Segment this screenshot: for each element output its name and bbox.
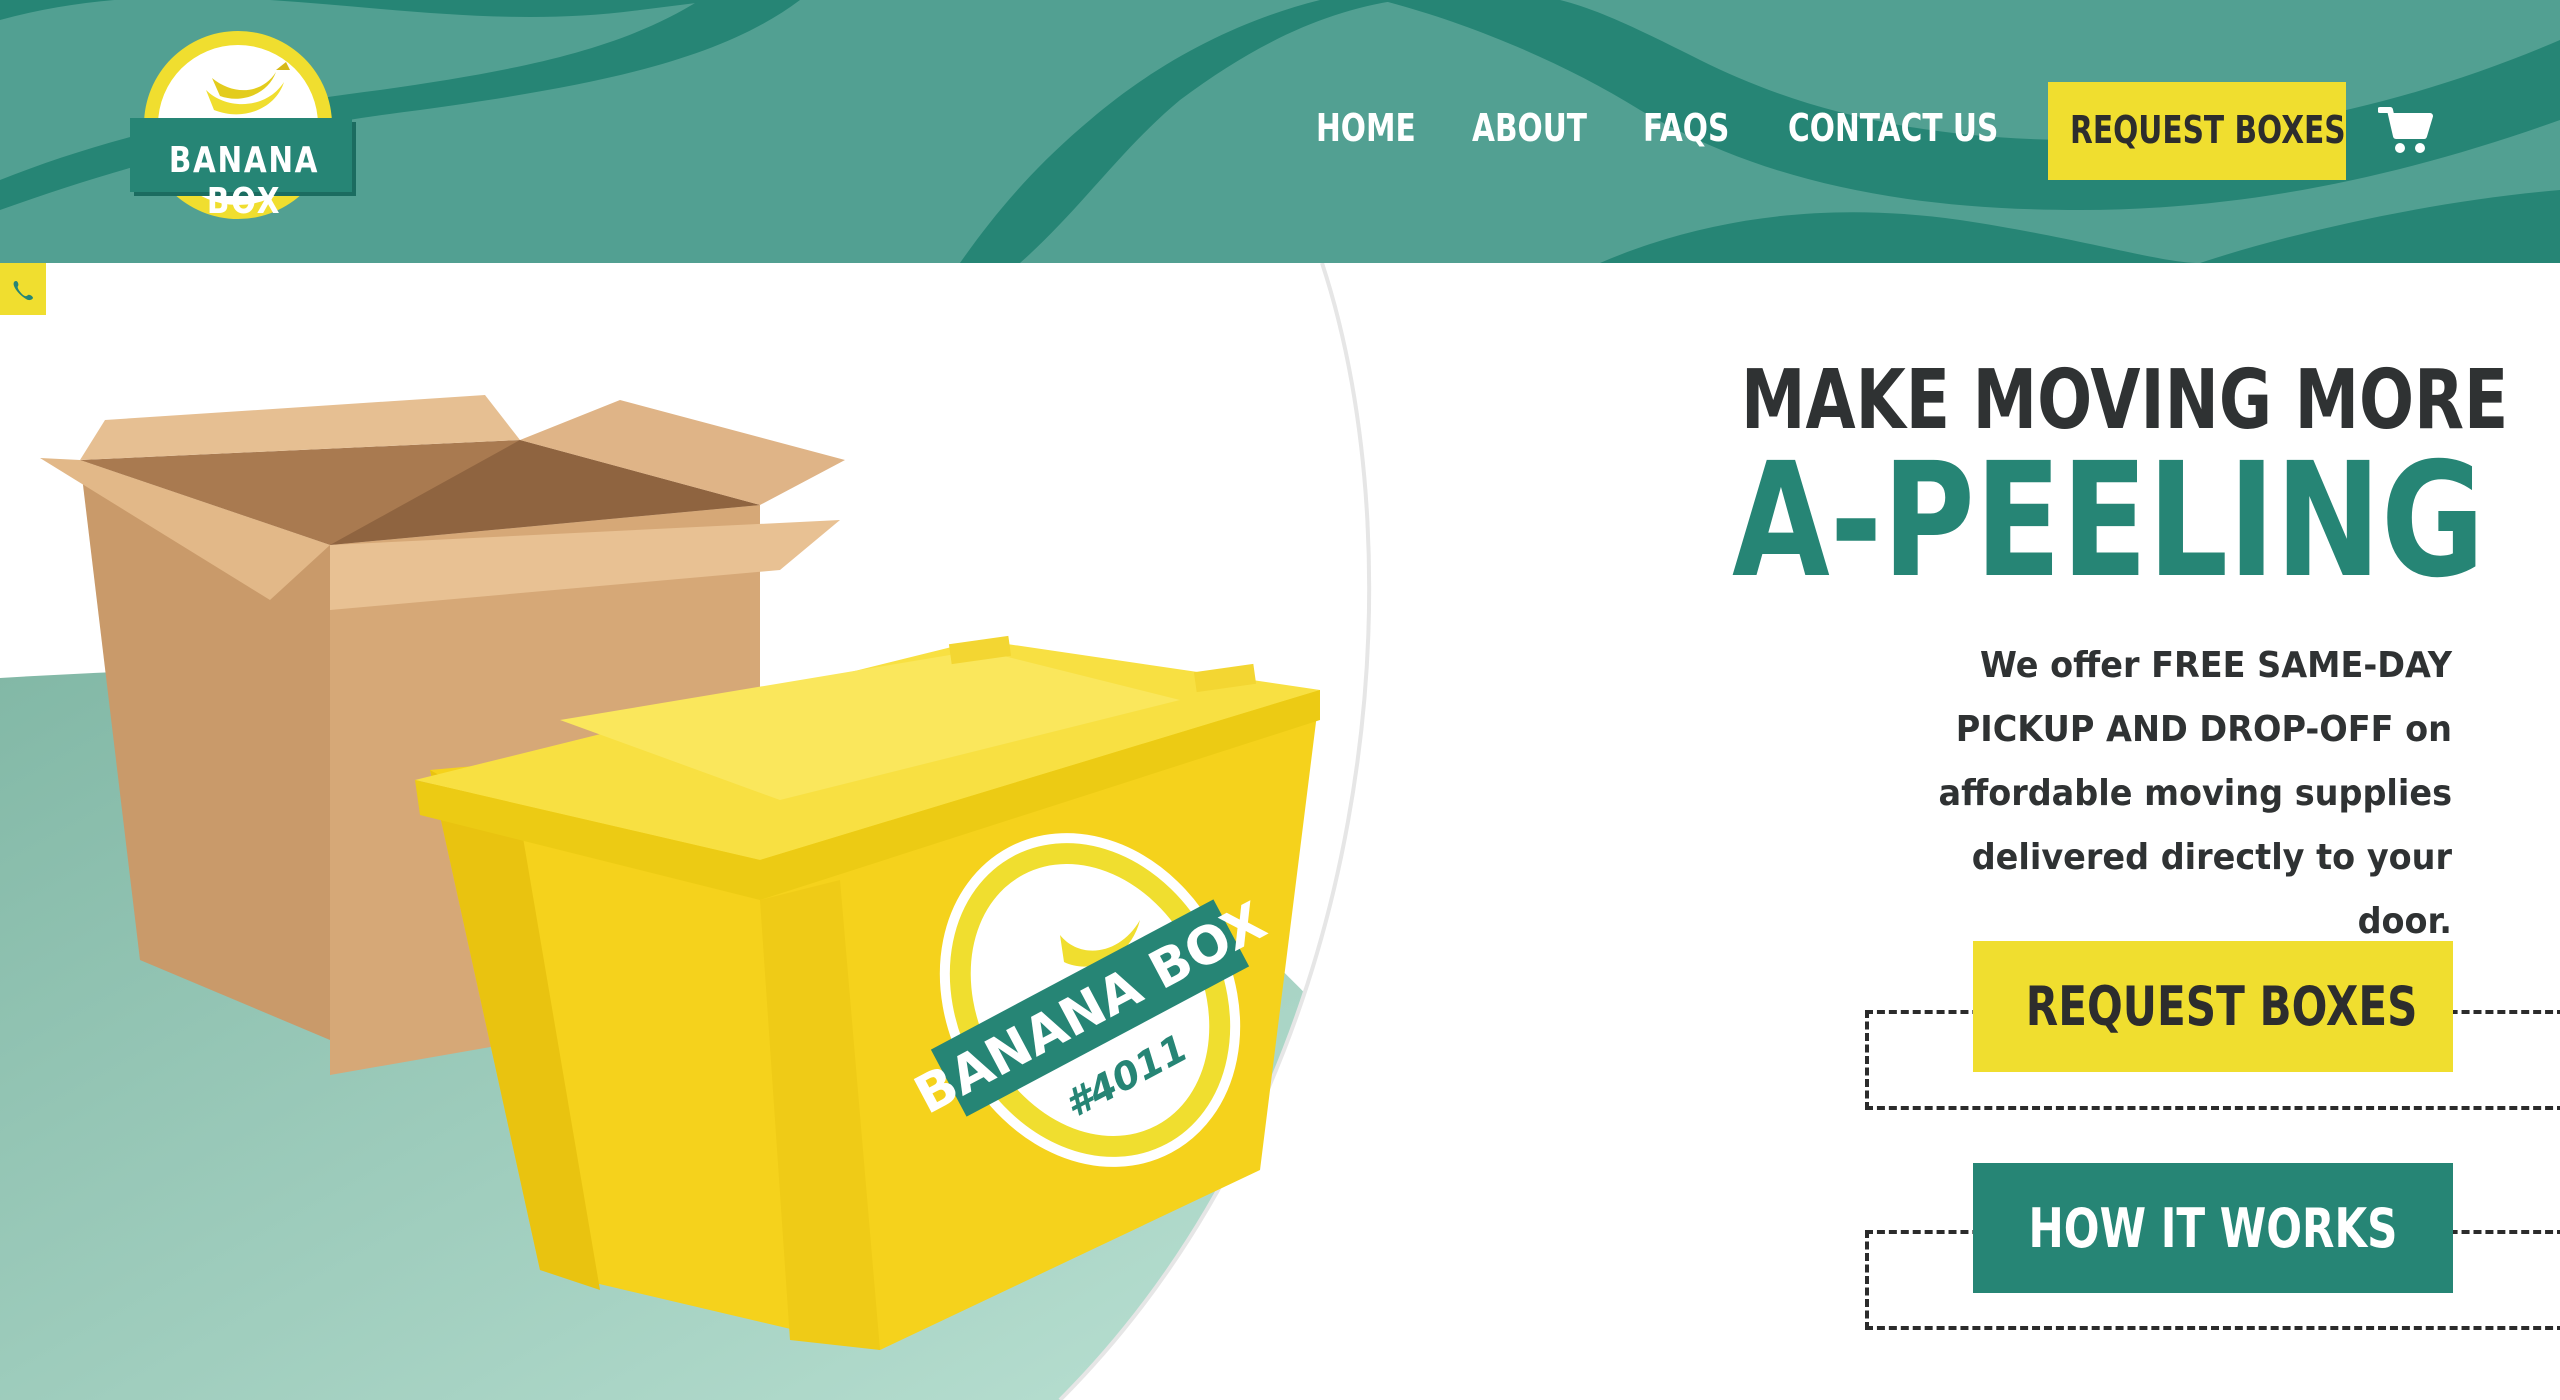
request-boxes-button-label: REQUEST BOXES	[2025, 975, 2418, 1038]
hero-headline: A-PEELING	[1732, 429, 2485, 613]
nav-about[interactable]: ABOUT	[1472, 106, 1587, 150]
hero-lead-wrapper: We offer FREE SAME-DAY PICKUP AND DROP-O…	[1552, 634, 2452, 954]
hero-copy: MAKE MOVING MORE A-PEELING We offer FREE…	[1552, 358, 2508, 954]
nav-home[interactable]: HOME	[1316, 106, 1416, 150]
site-header: BANANA BOX HOME ABOUT FAQS CONTACT US RE…	[0, 0, 2560, 263]
how-it-works-button[interactable]: HOW IT WORKS	[1973, 1163, 2453, 1293]
request-boxes-nav-label: REQUEST BOXES	[2070, 108, 2346, 152]
main-nav: HOME ABOUT FAQS CONTACT US REQUEST BOXES	[1300, 78, 2460, 182]
banana-box-logo[interactable]: BANANA BOX	[126, 30, 362, 222]
how-it-works-button-label: HOW IT WORKS	[2028, 1197, 2398, 1260]
nav-faqs[interactable]: FAQS	[1643, 106, 1729, 150]
logo-text: BANANA BOX	[168, 140, 320, 222]
request-boxes-button[interactable]: REQUEST BOXES	[1973, 941, 2453, 1072]
nav-contact-us[interactable]: CONTACT US	[1788, 106, 1998, 150]
request-boxes-nav-button[interactable]: REQUEST BOXES	[2048, 82, 2346, 180]
shopping-cart-icon[interactable]	[2378, 106, 2434, 156]
hero-lead: We offer FREE SAME-DAY PICKUP AND DROP-O…	[1938, 645, 2452, 942]
